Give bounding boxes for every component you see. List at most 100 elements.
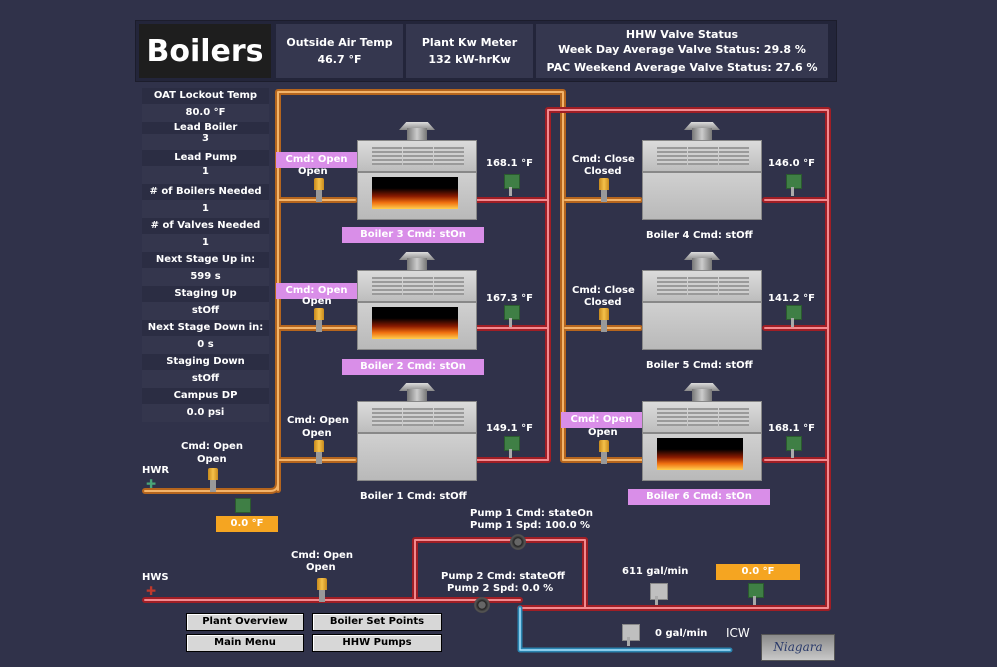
boiler-5-label[interactable]: Boiler 5 Cmd: stOff [646, 360, 753, 371]
boiler-1-valve-icon[interactable] [314, 440, 324, 464]
boiler-2-valve-icon[interactable] [314, 308, 324, 332]
boiler-6-valve-status: Open [588, 427, 618, 438]
boiler-5-valve-cmd: Cmd: Close [572, 285, 635, 296]
hwr-valve-icon[interactable] [208, 468, 218, 492]
boiler-1-valve-cmd: Cmd: Open [287, 415, 349, 426]
boiler-5-icon[interactable] [642, 252, 762, 350]
header-bar: Boilers Outside Air Temp 46.7 °F Plant K… [135, 20, 837, 82]
boiler-3-temp: 168.1 °F [486, 158, 533, 169]
boiler-5-temp: 141.2 °F [768, 293, 815, 304]
sidebar-label: Staging Down [166, 356, 245, 367]
sidebar-label: Next Stage Up in: [155, 254, 256, 265]
boiler-3-temp-sensor-icon [504, 174, 520, 196]
weekend-valve-status: PAC Weekend Average Valve Status: 27.6 % [546, 61, 818, 74]
sidebar-item: Lead Pump 1 [142, 150, 269, 184]
status-sidebar: OAT Lockout Temp 80.0 °F Lead Boiler 3 Lea… [142, 88, 269, 422]
boiler-1-temp: 149.1 °F [486, 423, 533, 434]
plant-overview-button[interactable]: Plant Overview [186, 613, 304, 631]
flame-icon [657, 438, 743, 470]
sidebar-value: 1 [142, 200, 269, 218]
boiler-3-icon[interactable] [357, 122, 477, 220]
hws-valve-icon[interactable] [317, 578, 327, 602]
sidebar-label: Campus DP [173, 390, 238, 401]
boiler-6-valve-icon[interactable] [599, 440, 609, 464]
main-flow-value: 611 gal/min [622, 566, 689, 577]
outside-air-temp-label: Outside Air Temp [286, 36, 393, 49]
sidebar-label: # of Boilers Needed [149, 186, 262, 197]
supply-temp: 0.0 °F [716, 564, 800, 580]
sidebar-item: # of Valves Needed 1 [142, 218, 269, 252]
sidebar-value: 1 [142, 234, 269, 252]
hwr-valve-status: Open [197, 454, 227, 465]
boiler-5-valve-icon[interactable] [599, 308, 609, 332]
sidebar-value: 1 [142, 166, 269, 184]
sidebar-value: 3 [142, 134, 269, 150]
sidebar-item: Staging Up stOff [142, 286, 269, 320]
boiler-6-temp: 168.1 °F [768, 423, 815, 434]
pump-1-icon[interactable] [510, 534, 526, 550]
sidebar-label: OAT Lockout Temp [153, 90, 258, 101]
sidebar-label: # of Valves Needed [150, 220, 261, 231]
sidebar-value: 0.0 psi [142, 404, 269, 422]
boiler-2-label[interactable]: Boiler 2 Cmd: stOn [342, 359, 484, 375]
outside-air-temp-panel: Outside Air Temp 46.7 °F [276, 24, 403, 78]
sidebar-value: 80.0 °F [142, 104, 269, 122]
flame-icon [372, 307, 458, 339]
flow-meter-icon [650, 583, 668, 605]
boiler-1-icon[interactable] [357, 383, 477, 481]
boiler-4-icon[interactable] [642, 122, 762, 220]
hws-label: HWS [142, 572, 169, 583]
hhw-valve-status-label: HHW Valve Status [625, 28, 739, 41]
sidebar-item: Lead Boiler 3 [142, 122, 269, 150]
sidebar-item: Staging Down stOff [142, 354, 269, 388]
sidebar-item: Next Stage Up in: 599 s [142, 252, 269, 286]
sidebar-item: OAT Lockout Temp 80.0 °F [142, 88, 269, 122]
pump-2-icon[interactable] [474, 597, 490, 613]
icw-flow-value: 0 gal/min [655, 628, 708, 639]
plant-kw-meter-panel: Plant Kw Meter 132 kW-hrKw [406, 24, 533, 78]
sidebar-label: Lead Pump [174, 152, 237, 163]
main-menu-button[interactable]: Main Menu [186, 634, 304, 652]
boiler-6-icon[interactable] [642, 383, 762, 481]
boiler-6-temp-sensor-icon [786, 436, 802, 458]
sidebar-value: stOff [142, 302, 269, 320]
hws-valve-cmd: Cmd: Open [291, 550, 353, 561]
pump-2-cmd: Pump 2 Cmd: stateOff [441, 571, 565, 582]
weekday-valve-status: Week Day Average Valve Status: 29.8 % [558, 43, 806, 56]
hhw-pumps-button[interactable]: HHW Pumps [312, 634, 442, 652]
hhw-valve-status-panel: HHW Valve Status Week Day Average Valve … [536, 24, 828, 78]
boiler-6-valve-cmd: Cmd: Open [561, 412, 642, 428]
pump-2-speed: Pump 2 Spd: 0.0 % [447, 583, 554, 594]
sidebar-item: # of Boilers Needed 1 [142, 184, 269, 218]
boiler-4-label[interactable]: Boiler 4 Cmd: stOff [646, 230, 753, 241]
flame-icon [372, 177, 458, 209]
boiler-5-valve-status: Closed [584, 297, 622, 308]
boiler-2-valve-status: Open [302, 296, 332, 307]
boiler-6-label[interactable]: Boiler 6 Cmd: stOn [628, 489, 770, 505]
plant-kw-meter-label: Plant Kw Meter [421, 36, 518, 49]
boiler-2-temp-sensor-icon [504, 305, 520, 327]
sidebar-value: 599 s [142, 268, 269, 286]
niagara-logo: Niagara [761, 634, 835, 661]
sidebar-item: Campus DP 0.0 psi [142, 388, 269, 422]
sidebar-item: Next Stage Down in: 0 s [142, 320, 269, 354]
boiler-4-valve-status: Closed [584, 166, 622, 177]
boiler-5-temp-sensor-icon [786, 305, 802, 327]
boiler-3-valve-icon[interactable] [314, 178, 324, 202]
boiler-1-label[interactable]: Boiler 1 Cmd: stOff [360, 491, 467, 502]
hwr-arrow-icon: ✚ [146, 477, 157, 491]
boiler-3-label[interactable]: Boiler 3 Cmd: stOn [342, 227, 484, 243]
hws-arrow-icon: ✚ [146, 584, 157, 598]
boiler-4-temp-sensor-icon [786, 174, 802, 196]
boiler-2-icon[interactable] [357, 252, 477, 350]
plant-kw-meter-value: 132 kW-hrKw [428, 53, 511, 66]
boiler-2-temp: 167.3 °F [486, 293, 533, 304]
boiler-3-valve-status: Open [298, 166, 328, 177]
boiler-4-valve-icon[interactable] [599, 178, 609, 202]
sidebar-value: stOff [142, 370, 269, 388]
boiler-1-temp-sensor-icon [504, 436, 520, 458]
icw-flow-meter-icon [622, 624, 640, 646]
boiler-set-points-button[interactable]: Boiler Set Points [312, 613, 442, 631]
hwr-temp: 0.0 °F [216, 516, 278, 532]
hws-valve-status: Open [306, 562, 336, 573]
